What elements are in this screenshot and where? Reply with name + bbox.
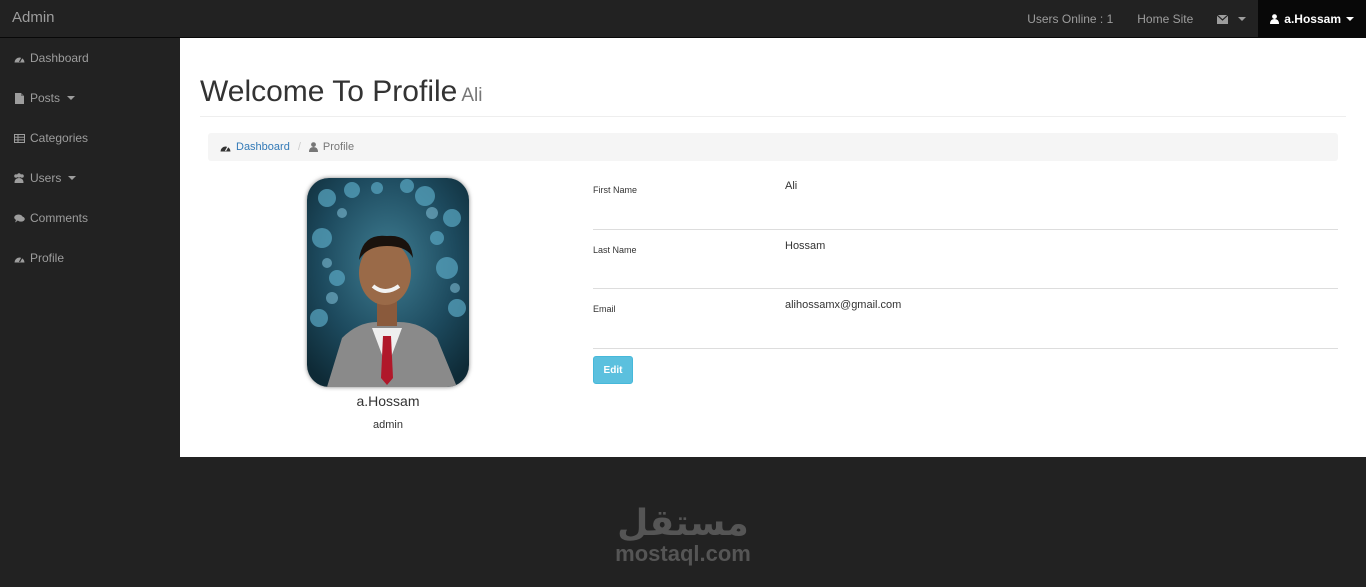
top-navbar: Admin Users Online : 1 Home Site a.Hossa… [0,0,1366,38]
comments-icon [13,214,25,223]
chevron-down-icon [68,176,77,180]
users-online-link[interactable]: Users Online : 1 [1015,0,1125,38]
watermark-arabic: مستقل [617,503,749,544]
sidebar-item-categories[interactable]: Categories [0,118,180,158]
first-name-label: First Name [593,185,638,195]
chevron-down-icon [1346,17,1354,21]
sidebar: Dashboard Posts Categories Users Comment… [0,38,180,457]
navbar-right: Users Online : 1 Home Site a.Hossam [1015,0,1366,38]
sidebar-item-comments[interactable]: Comments [0,198,180,238]
envelope-icon [1217,14,1229,24]
sidebar-item-label: Dashboard [30,51,89,65]
edit-button[interactable]: Edit [593,356,633,384]
profile-role: admin [373,419,403,431]
sidebar-item-label: Comments [30,211,89,225]
page-title: Welcome To Profile Ali [200,74,1346,114]
users-icon [13,173,25,183]
sidebar-item-users[interactable]: Users [0,158,180,198]
info-row-first-name: First Name Ali [593,170,1338,230]
email-value: alihossamx@gmail.com [785,299,902,311]
breadcrumb-dashboard-link[interactable]: Dashboard [220,141,290,153]
profile-name: a.Hossam [356,393,420,409]
breadcrumb: Dashboard / Profile [208,133,1338,161]
profile-info-table: First Name Ali Last Name Hossam Email al… [593,170,1338,349]
breadcrumb-active: Profile [308,141,355,153]
last-name-value: Hossam [785,239,826,252]
sidebar-item-label: Profile [30,251,65,265]
sidebar-item-profile[interactable]: Profile [0,238,180,278]
email-label: Email [593,304,616,314]
watermark-latin: mostaql.com [615,541,751,566]
page-subtitle: Ali [461,85,483,106]
page-title-text: Welcome To Profile [200,75,458,108]
messages-dropdown[interactable] [1205,0,1258,38]
profile-avatar [307,178,469,387]
breadcrumb-active-label: Profile [322,141,355,153]
sidebar-item-dashboard[interactable]: Dashboard [0,38,180,78]
main-content: Welcome To Profile Ali Dashboard / Profil… [180,38,1366,457]
dashboard-icon [220,143,231,152]
sidebar-item-label: Posts [30,91,61,105]
user-icon [1270,14,1280,24]
file-icon [13,92,25,104]
first-name-value: Ali [785,180,798,192]
brand-link[interactable]: Admin [12,9,55,26]
home-site-link[interactable]: Home Site [1125,0,1205,38]
sidebar-item-label: Users [30,171,62,185]
chevron-down-icon [1238,17,1247,21]
chevron-down-icon [67,96,76,100]
dashboard-icon [13,54,25,63]
user-menu-label: a.Hossam [1284,12,1341,26]
breadcrumb-separator: / [297,141,301,153]
table-icon [13,133,25,143]
breadcrumb-link-label: Dashboard [236,141,290,153]
sidebar-item-posts[interactable]: Posts [0,78,180,118]
info-row-last-name: Last Name Hossam [593,230,1338,289]
page-header: Welcome To Profile Ali [200,74,1346,117]
user-icon [308,142,318,152]
dashboard-icon [13,254,25,263]
info-row-email: Email alihossamx@gmail.com [593,289,1338,349]
mostaql-watermark: مستقل mostaql.com [600,505,766,565]
last-name-label: Last Name [593,244,637,255]
sidebar-item-label: Categories [30,131,89,145]
user-menu-dropdown[interactable]: a.Hossam [1258,0,1366,38]
